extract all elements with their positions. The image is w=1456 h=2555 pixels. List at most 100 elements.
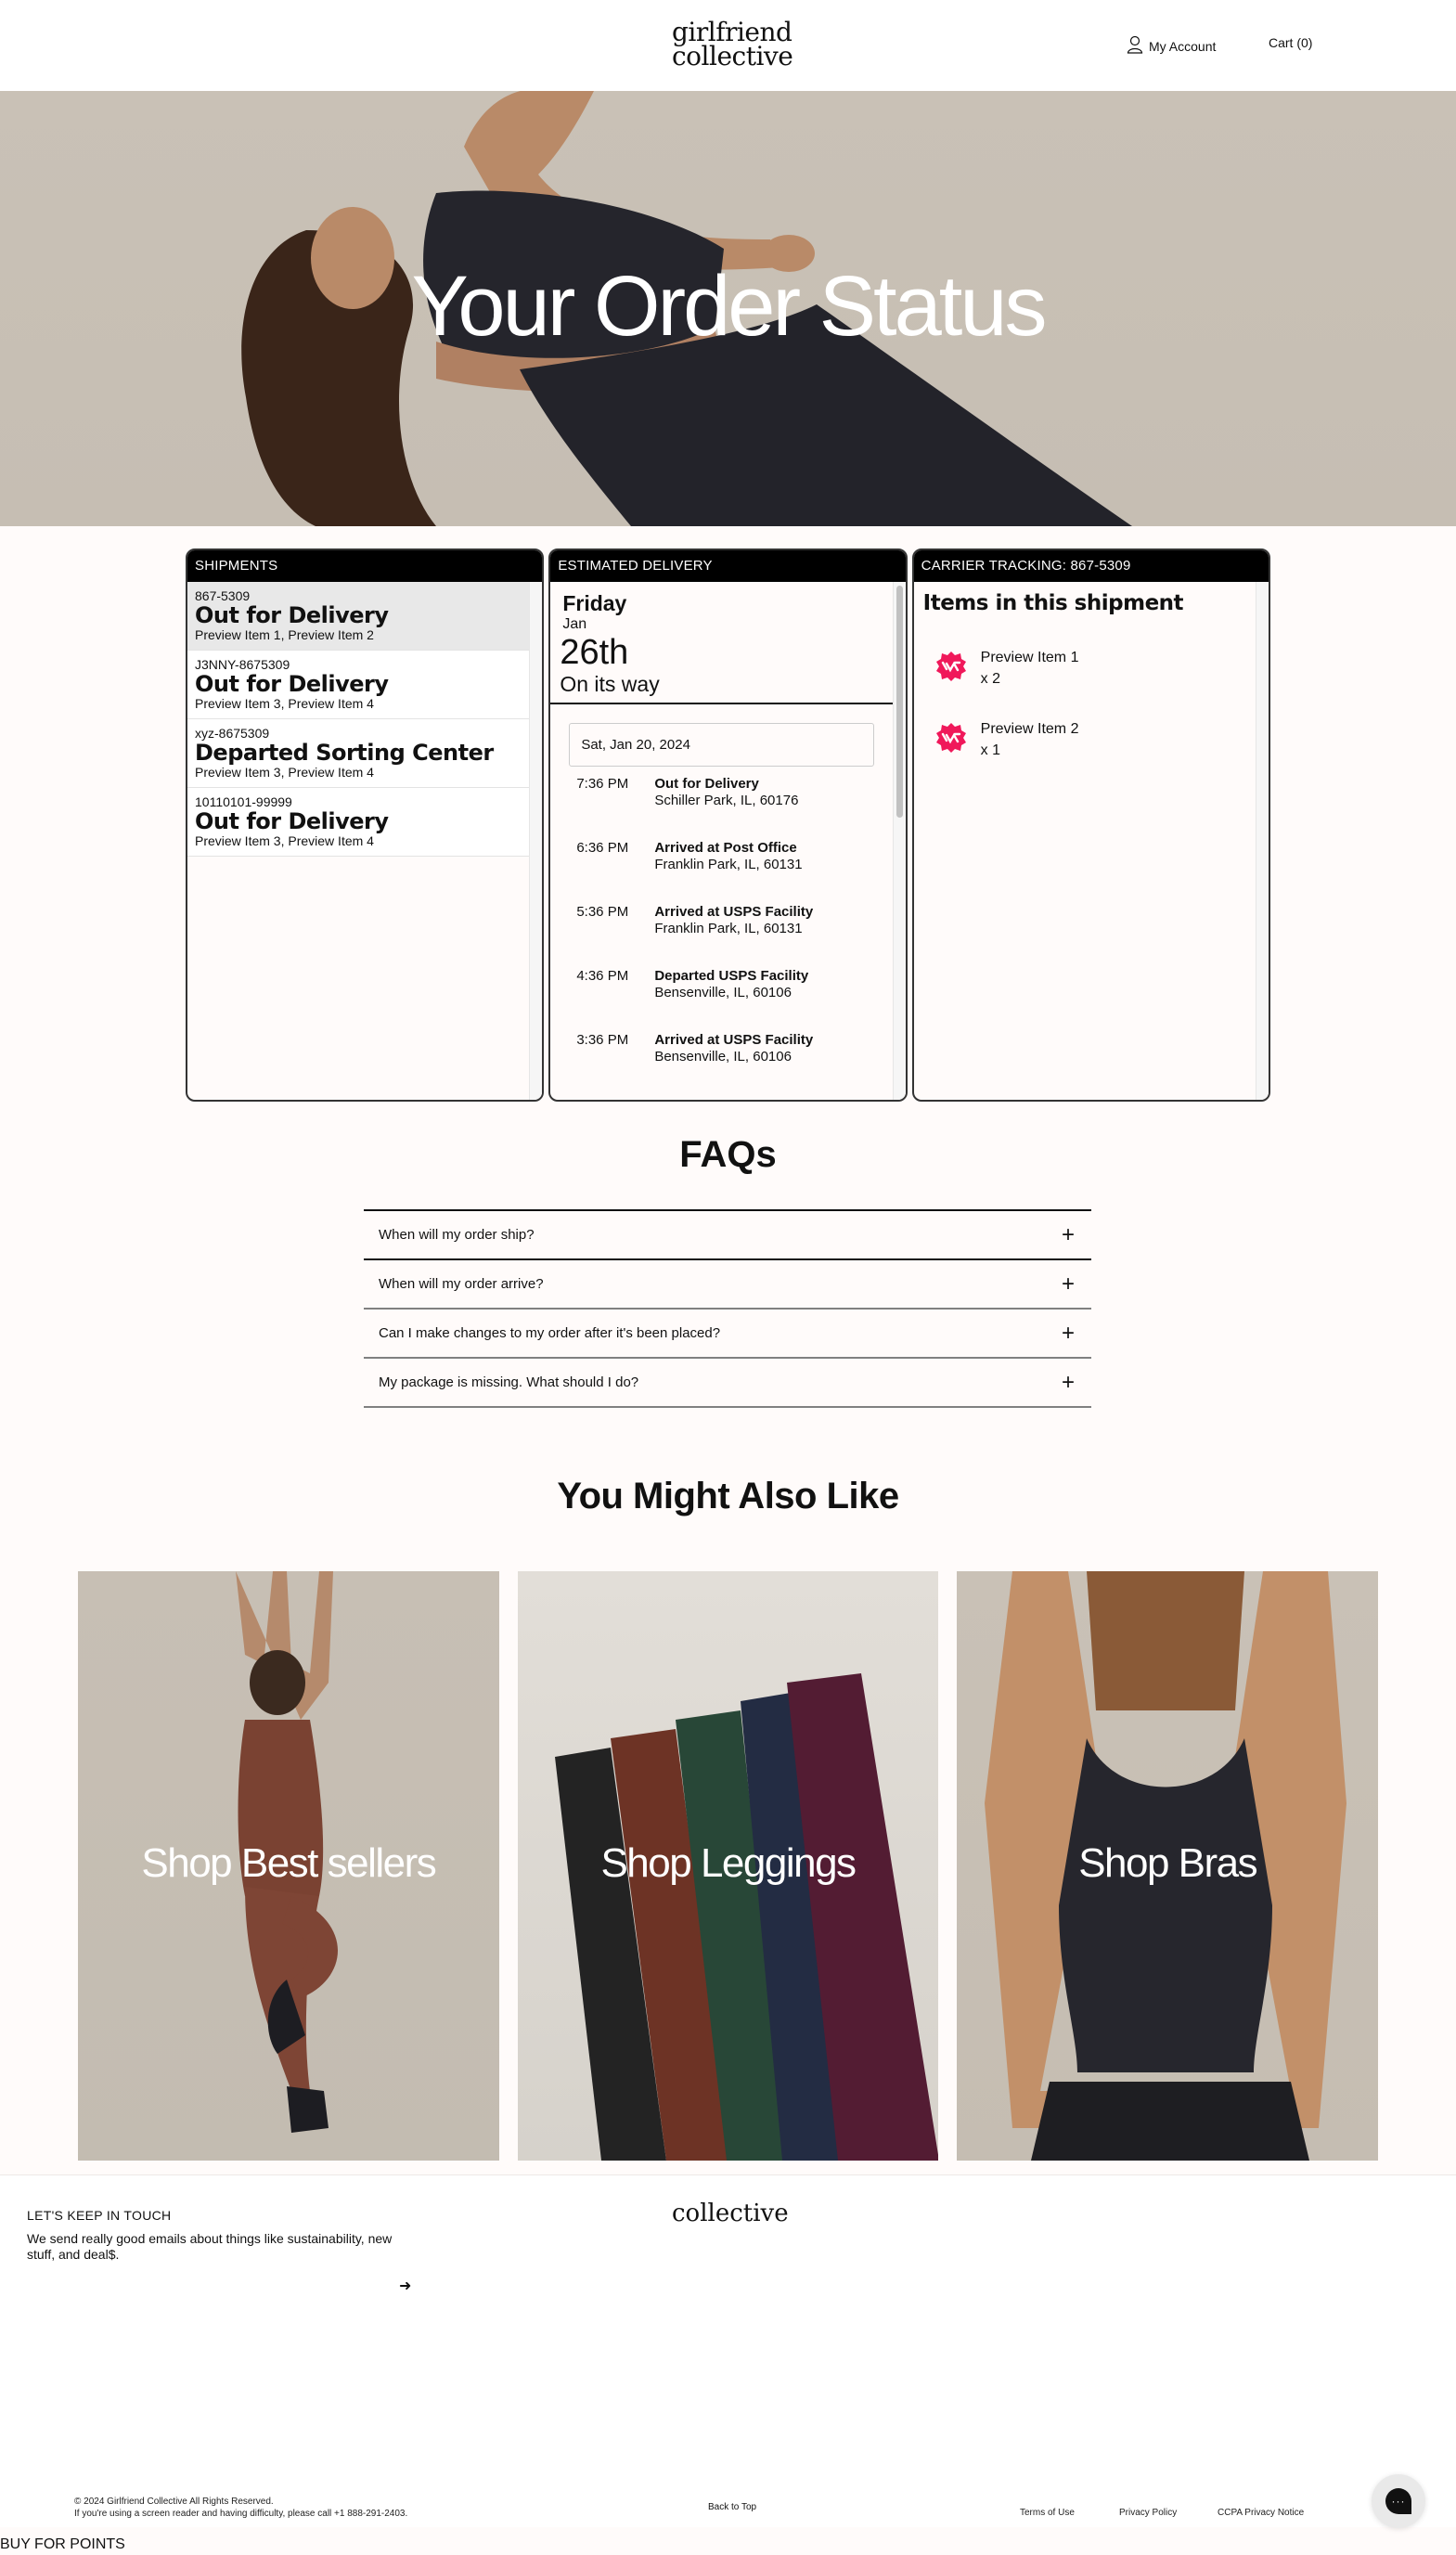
- arrow-right-icon: ➜: [399, 2278, 412, 2294]
- tracking-event: 4:36 PM Departed USPS Facility Bensenvil…: [550, 968, 905, 1032]
- event-time: 4:36 PM: [576, 968, 629, 984]
- events-scrollbar-thumb[interactable]: [896, 586, 903, 818]
- event-title: Departed USPS Facility: [654, 968, 809, 984]
- plus-icon: +: [1061, 1221, 1075, 1247]
- events-scrollbar[interactable]: [892, 582, 906, 1100]
- plus-icon: +: [1061, 1320, 1075, 1346]
- event-time: 6:36 PM: [576, 840, 629, 856]
- back-to-top-link[interactable]: Back to Top: [708, 2502, 756, 2512]
- faq-item[interactable]: Can I make changes to my order after it'…: [364, 1310, 1091, 1359]
- chat-button[interactable]: ···: [1372, 2474, 1425, 2528]
- faq-item[interactable]: When will my order arrive? +: [364, 1260, 1091, 1310]
- shipment-id: 10110101-99999: [195, 794, 292, 809]
- shipment-items: Preview Item 3, Preview Item 4: [195, 765, 374, 780]
- shipment-item[interactable]: J3NNY-8675309 Out for Delivery Preview I…: [187, 651, 530, 719]
- terms-of-use-link[interactable]: Terms of Use: [1020, 2508, 1075, 2518]
- category-cards: Shop Best sellers Shop Leggings Shop Bra…: [78, 1571, 1379, 2161]
- user-icon: [1127, 35, 1143, 57]
- footer-logo: collective: [672, 2200, 789, 2227]
- accessibility-text: If you're using a screen reader and havi…: [74, 2509, 408, 2519]
- event-date-group: Sat, Jan 20, 2024: [569, 723, 874, 767]
- shipments-scrollbar[interactable]: [529, 582, 543, 1100]
- site-header: girlfriend collective My Account Cart (0…: [0, 0, 1456, 91]
- shipment-item[interactable]: xyz-8675309 Departed Sorting Center Prev…: [187, 719, 530, 788]
- shipment-item[interactable]: 867-5309 Out for Delivery Preview Item 1…: [187, 582, 530, 651]
- tracking-event: 3:36 PM Arrived at USPS Facility Bensenv…: [550, 1032, 905, 1096]
- newsletter-submit-button[interactable]: ➜: [399, 2277, 411, 2295]
- shipments-list: 867-5309 Out for Delivery Preview Item 1…: [187, 582, 530, 1100]
- line-item: Preview Item 2 x 1: [914, 709, 1269, 781]
- brand-logo[interactable]: girlfriend collective: [672, 19, 793, 70]
- product-badge-icon: [935, 652, 966, 681]
- card-label: Shop Best sellers: [141, 1840, 436, 1886]
- items-in-shipment-title: Items in this shipment: [922, 591, 1184, 615]
- hero-title: Your Order Status: [411, 259, 1048, 354]
- card-best-sellers[interactable]: Shop Best sellers: [78, 1571, 499, 2161]
- faq-accordion: When will my order ship? + When will my …: [364, 1209, 1091, 1408]
- ccpa-privacy-notice-link[interactable]: CCPA Privacy Notice: [1218, 2508, 1304, 2518]
- shipment-items: Preview Item 3, Preview Item 4: [195, 696, 374, 711]
- delivery-date: 26th: [560, 633, 629, 672]
- product-badge-icon: [935, 723, 966, 753]
- shipment-items: Preview Item 3, Preview Item 4: [195, 833, 374, 848]
- also-like-title: You Might Also Like: [557, 1476, 899, 1516]
- newsletter-heading: LET'S KEEP IN TOUCH: [27, 2208, 172, 2223]
- line-item-quantity: x 1: [980, 742, 1000, 758]
- shipment-line-items: Preview Item 1 x 2 Preview Item 2 x 1: [914, 625, 1269, 781]
- delivery-note: On its way: [560, 672, 660, 696]
- items-scrollbar[interactable]: [1255, 582, 1269, 1100]
- plus-icon: +: [1061, 1369, 1075, 1395]
- plus-icon: +: [1061, 1271, 1075, 1297]
- copyright-text: © 2024 Girlfriend Collective All Rights …: [74, 2497, 274, 2507]
- cart-link[interactable]: Cart (0): [1269, 35, 1312, 50]
- shipment-id: xyz-8675309: [195, 726, 270, 741]
- line-item: Preview Item 1 x 2: [914, 638, 1269, 709]
- event-title: Arrived at USPS Facility: [654, 1032, 814, 1048]
- buy-for-points-link[interactable]: BUY FOR POINTS: [0, 2536, 125, 2553]
- shipment-items: Preview Item 1, Preview Item 2: [195, 627, 374, 642]
- shipment-id: J3NNY-8675309: [195, 657, 290, 672]
- line-item-name: Preview Item 1: [980, 650, 1079, 665]
- site-footer: LET'S KEEP IN TOUCH We send really good …: [0, 2174, 1456, 2527]
- my-account-label: My Account: [1149, 38, 1217, 54]
- carrier-tracking-header: CARRIER TRACKING: 867-5309: [913, 550, 1269, 582]
- shipment-status: Out for Delivery: [195, 671, 389, 697]
- shipment-status: Out for Delivery: [195, 808, 389, 834]
- faq-question: When will my order arrive?: [379, 1276, 544, 1292]
- event-title: Arrived at USPS Facility: [654, 904, 814, 920]
- event-location: Franklin Park, IL, 60131: [654, 857, 803, 872]
- estimated-delivery-panel: ESTIMATED DELIVERY Friday Jan 26th On it…: [548, 548, 908, 1102]
- tracking-event: 5:36 PM Arrived at USPS Facility Frankli…: [550, 904, 905, 968]
- tracking-events: 7:36 PM Out for Delivery Schiller Park, …: [550, 776, 905, 1096]
- carrier-tracking-panel: CARRIER TRACKING: 867-5309 Items in this…: [911, 548, 1270, 1102]
- newsletter-text: We send really good emails about things …: [27, 2231, 393, 2262]
- estimated-delivery-header: ESTIMATED DELIVERY: [550, 550, 906, 582]
- line-item-quantity: x 2: [980, 671, 1000, 687]
- shipments-header: SHIPMENTS: [187, 550, 543, 582]
- event-location: Bensenville, IL, 60106: [654, 1049, 792, 1065]
- my-account-link[interactable]: My Account: [1127, 35, 1216, 57]
- card-bras[interactable]: Shop Bras: [957, 1571, 1379, 2161]
- event-time: 3:36 PM: [576, 1032, 629, 1048]
- card-label: Shop Leggings: [600, 1840, 857, 1886]
- privacy-policy-link[interactable]: Privacy Policy: [1119, 2508, 1177, 2518]
- faq-question: My package is missing. What should I do?: [379, 1374, 639, 1390]
- line-item-name: Preview Item 2: [980, 721, 1079, 737]
- event-location: Bensenville, IL, 60106: [654, 985, 792, 1000]
- faq-question: Can I make changes to my order after it'…: [379, 1325, 721, 1341]
- faq-title: FAQs: [679, 1134, 777, 1175]
- shipments-panel: SHIPMENTS 867-5309 Out for Delivery Prev…: [186, 548, 545, 1102]
- card-leggings[interactable]: Shop Leggings: [517, 1571, 939, 2161]
- faq-item[interactable]: My package is missing. What should I do?…: [364, 1359, 1091, 1408]
- shipment-item[interactable]: 10110101-99999 Out for Delivery Preview …: [187, 788, 530, 857]
- shipment-status: Departed Sorting Center: [195, 740, 494, 766]
- shipment-id: 867-5309: [195, 588, 251, 603]
- delivery-day: Friday: [562, 591, 627, 615]
- faq-question: When will my order ship?: [379, 1227, 535, 1243]
- event-title: Out for Delivery: [654, 776, 759, 792]
- event-location: Franklin Park, IL, 60131: [654, 921, 803, 936]
- tracking-event: 7:36 PM Out for Delivery Schiller Park, …: [550, 776, 905, 840]
- estimated-date-block: Friday Jan 26th On its way: [550, 582, 893, 704]
- faq-item[interactable]: When will my order ship? +: [364, 1211, 1091, 1260]
- delivery-month: Jan: [562, 616, 587, 632]
